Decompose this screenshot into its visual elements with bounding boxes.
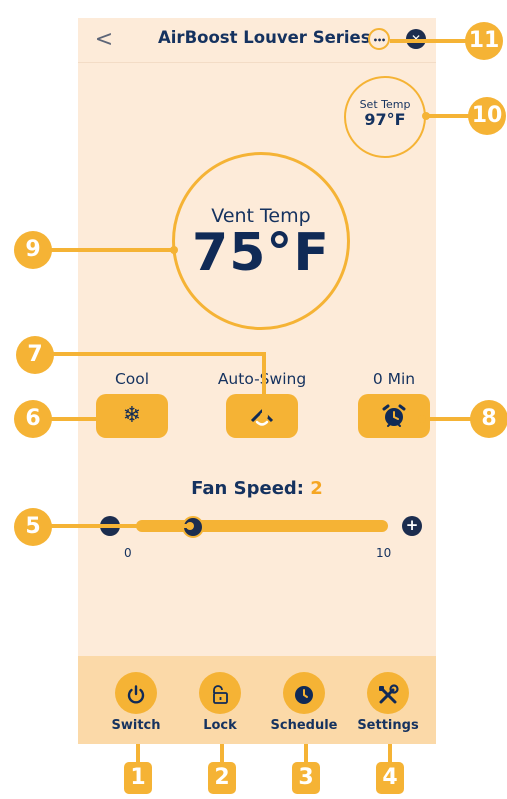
set-temp-value: 97°F	[364, 110, 406, 129]
callout-10: 10	[468, 97, 506, 135]
nav-lock-label: Lock	[203, 718, 237, 733]
callout-8-line	[420, 417, 476, 421]
callout-6: 6	[14, 400, 52, 438]
nav-schedule-label: Schedule	[270, 718, 338, 733]
callout-8-dot	[418, 415, 426, 423]
nav-settings[interactable]: Settings	[348, 672, 428, 733]
lock-icon	[199, 672, 241, 714]
callout-1: 1	[124, 762, 152, 794]
callout-11: 11	[465, 22, 503, 60]
fan-speed-title: Fan Speed:	[191, 478, 304, 499]
callout-9-line	[50, 248, 174, 252]
page-title: AirBoost Louver Series	[158, 28, 371, 47]
mode-label: Cool	[114, 370, 150, 388]
nav-switch[interactable]: Switch	[96, 672, 176, 733]
set-temp-button[interactable]: Set Temp 97°F	[344, 76, 426, 158]
callout-5: 5	[14, 508, 52, 546]
plus-icon: +	[405, 516, 419, 534]
nav-lock[interactable]: Lock	[180, 672, 260, 733]
callout-7-line-vertical	[262, 352, 266, 416]
callout-7-line	[52, 352, 266, 356]
callout-8: 8	[470, 400, 507, 438]
header: < AirBoost Louver Series ••• ✕	[78, 18, 436, 63]
callout-7-dot	[260, 412, 268, 420]
back-button[interactable]: <	[94, 28, 114, 52]
tools-icon	[367, 672, 409, 714]
app-screen: < AirBoost Louver Series ••• ✕ Set Temp …	[78, 18, 436, 744]
nav-settings-label: Settings	[357, 718, 419, 733]
snowflake-icon: ❄	[122, 403, 142, 428]
callout-5-line	[50, 524, 190, 528]
bottom-nav: Switch Lock Schedule Settings	[78, 656, 436, 744]
more-icon: •••	[372, 36, 386, 45]
slider-max-label: 10	[376, 546, 392, 560]
power-icon	[115, 672, 157, 714]
mode-button[interactable]: ❄	[96, 394, 168, 438]
fan-increase-button[interactable]: +	[402, 516, 422, 536]
callout-4: 4	[376, 762, 404, 794]
vent-temp-value: 75°F	[192, 223, 330, 283]
slider-min-label: 0	[124, 546, 132, 560]
vent-temp-display: Vent Temp 75°F	[172, 152, 350, 330]
callout-9: 9	[14, 231, 52, 269]
callout-5-dot	[186, 522, 194, 530]
callout-2: 2	[208, 762, 236, 794]
fan-speed-label: Fan Speed: 2	[78, 478, 436, 499]
callout-7: 7	[16, 336, 54, 374]
fan-speed-value: 2	[310, 478, 323, 499]
alarm-clock-icon	[382, 404, 406, 427]
callout-11-line	[390, 39, 470, 43]
callout-6-line	[50, 417, 100, 421]
callout-9-dot	[170, 246, 178, 254]
callout-10-line	[424, 114, 472, 118]
callout-3: 3	[292, 762, 320, 794]
clock-icon	[283, 672, 325, 714]
more-options-button[interactable]: •••	[368, 28, 390, 50]
callout-10-dot	[422, 112, 430, 120]
timer-label: 0 Min	[372, 370, 416, 388]
nav-switch-label: Switch	[111, 718, 161, 733]
nav-schedule[interactable]: Schedule	[264, 672, 344, 733]
